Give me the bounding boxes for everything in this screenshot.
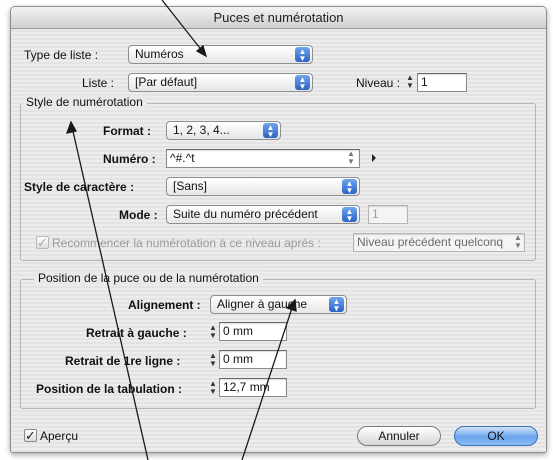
stepper-icon: ▲ ▼ bbox=[514, 233, 522, 250]
stepper-icon: ▲ ▼ bbox=[347, 149, 355, 166]
updown-arrows-icon: ▲ ▼ bbox=[342, 179, 357, 195]
left-indent-label: Retrait à gauche : bbox=[86, 326, 187, 340]
mode-popup[interactable]: Suite du numéro précédent ▲ ▼ bbox=[166, 205, 360, 224]
tab-position-field[interactable]: 12,7 mm bbox=[219, 378, 287, 397]
restart-field: Niveau précédent quelconq bbox=[353, 233, 525, 252]
first-line-indent-field[interactable]: 0 mm bbox=[219, 350, 287, 369]
char-style-label: Style de caractère : bbox=[24, 180, 135, 194]
cancel-button[interactable]: Annuler bbox=[357, 426, 441, 446]
first-line-indent-label: Retrait de 1re ligne : bbox=[65, 354, 181, 368]
mode-label: Mode : bbox=[119, 208, 158, 222]
alignment-popup[interactable]: Aligner à gauche ▲ ▼ bbox=[210, 295, 347, 314]
first-line-indent-stepper[interactable]: ▲ ▼ bbox=[208, 352, 218, 369]
list-value: [Par défaut] bbox=[135, 75, 198, 89]
updown-arrows-icon: ▲ ▼ bbox=[263, 123, 278, 139]
mode-number-field: 1 bbox=[368, 205, 408, 224]
updown-arrows-icon: ▲ ▼ bbox=[342, 207, 357, 223]
list-label: Liste : bbox=[82, 76, 115, 90]
number-label: Numéro : bbox=[103, 152, 156, 166]
restart-value: Niveau précédent quelconq bbox=[357, 235, 504, 249]
checkmark-icon: ✓ bbox=[37, 235, 48, 250]
list-type-label: Type de liste : bbox=[24, 48, 99, 62]
restart-checkbox: ✓ bbox=[36, 236, 49, 249]
format-popup[interactable]: 1, 2, 3, 4... ▲ ▼ bbox=[166, 121, 281, 140]
list-type-value: Numéros bbox=[135, 47, 184, 61]
char-style-value: [Sans] bbox=[173, 179, 208, 193]
tab-position-label: Position de la tabulation : bbox=[36, 382, 183, 396]
alignment-value: Aligner à gauche bbox=[217, 297, 308, 311]
alignment-label: Alignement : bbox=[128, 298, 201, 312]
left-indent-stepper[interactable]: ▲ ▼ bbox=[208, 324, 218, 341]
char-style-popup[interactable]: [Sans] ▲ ▼ bbox=[166, 177, 360, 196]
level-stepper[interactable]: ▲ ▼ bbox=[405, 74, 415, 91]
preview-checkbox[interactable]: ✓ bbox=[24, 429, 37, 442]
preview-label: Aperçu bbox=[40, 429, 79, 443]
level-field[interactable]: 1 bbox=[417, 73, 467, 92]
list-popup[interactable]: [Par défaut] ▲ ▼ bbox=[128, 73, 313, 92]
updown-arrows-icon: ▲ ▼ bbox=[295, 47, 310, 63]
numbering-style-title: Style de numérotation bbox=[22, 95, 147, 109]
checkmark-icon: ✓ bbox=[25, 428, 36, 443]
format-value: 1, 2, 3, 4... bbox=[173, 123, 230, 137]
restart-label: Recommencer la numérotation à ce niveau … bbox=[52, 236, 321, 250]
mode-value: Suite du numéro précédent bbox=[173, 207, 318, 221]
position-title: Position de la puce ou de la numérotatio… bbox=[34, 271, 263, 285]
updown-arrows-icon: ▲ ▼ bbox=[329, 297, 344, 313]
ok-button[interactable]: OK bbox=[454, 426, 538, 446]
triangle-right-icon[interactable] bbox=[372, 154, 376, 162]
format-label: Format : bbox=[103, 124, 151, 138]
number-field[interactable]: ^#.^t bbox=[166, 149, 360, 168]
left-indent-field[interactable]: 0 mm bbox=[219, 322, 287, 341]
updown-arrows-icon: ▲ ▼ bbox=[295, 75, 310, 91]
tab-position-stepper[interactable]: ▲ ▼ bbox=[208, 380, 218, 397]
level-label: Niveau : bbox=[356, 76, 401, 90]
dialog-title: Puces et numérotation bbox=[11, 7, 546, 29]
list-type-popup[interactable]: Numéros ▲ ▼ bbox=[128, 45, 313, 64]
